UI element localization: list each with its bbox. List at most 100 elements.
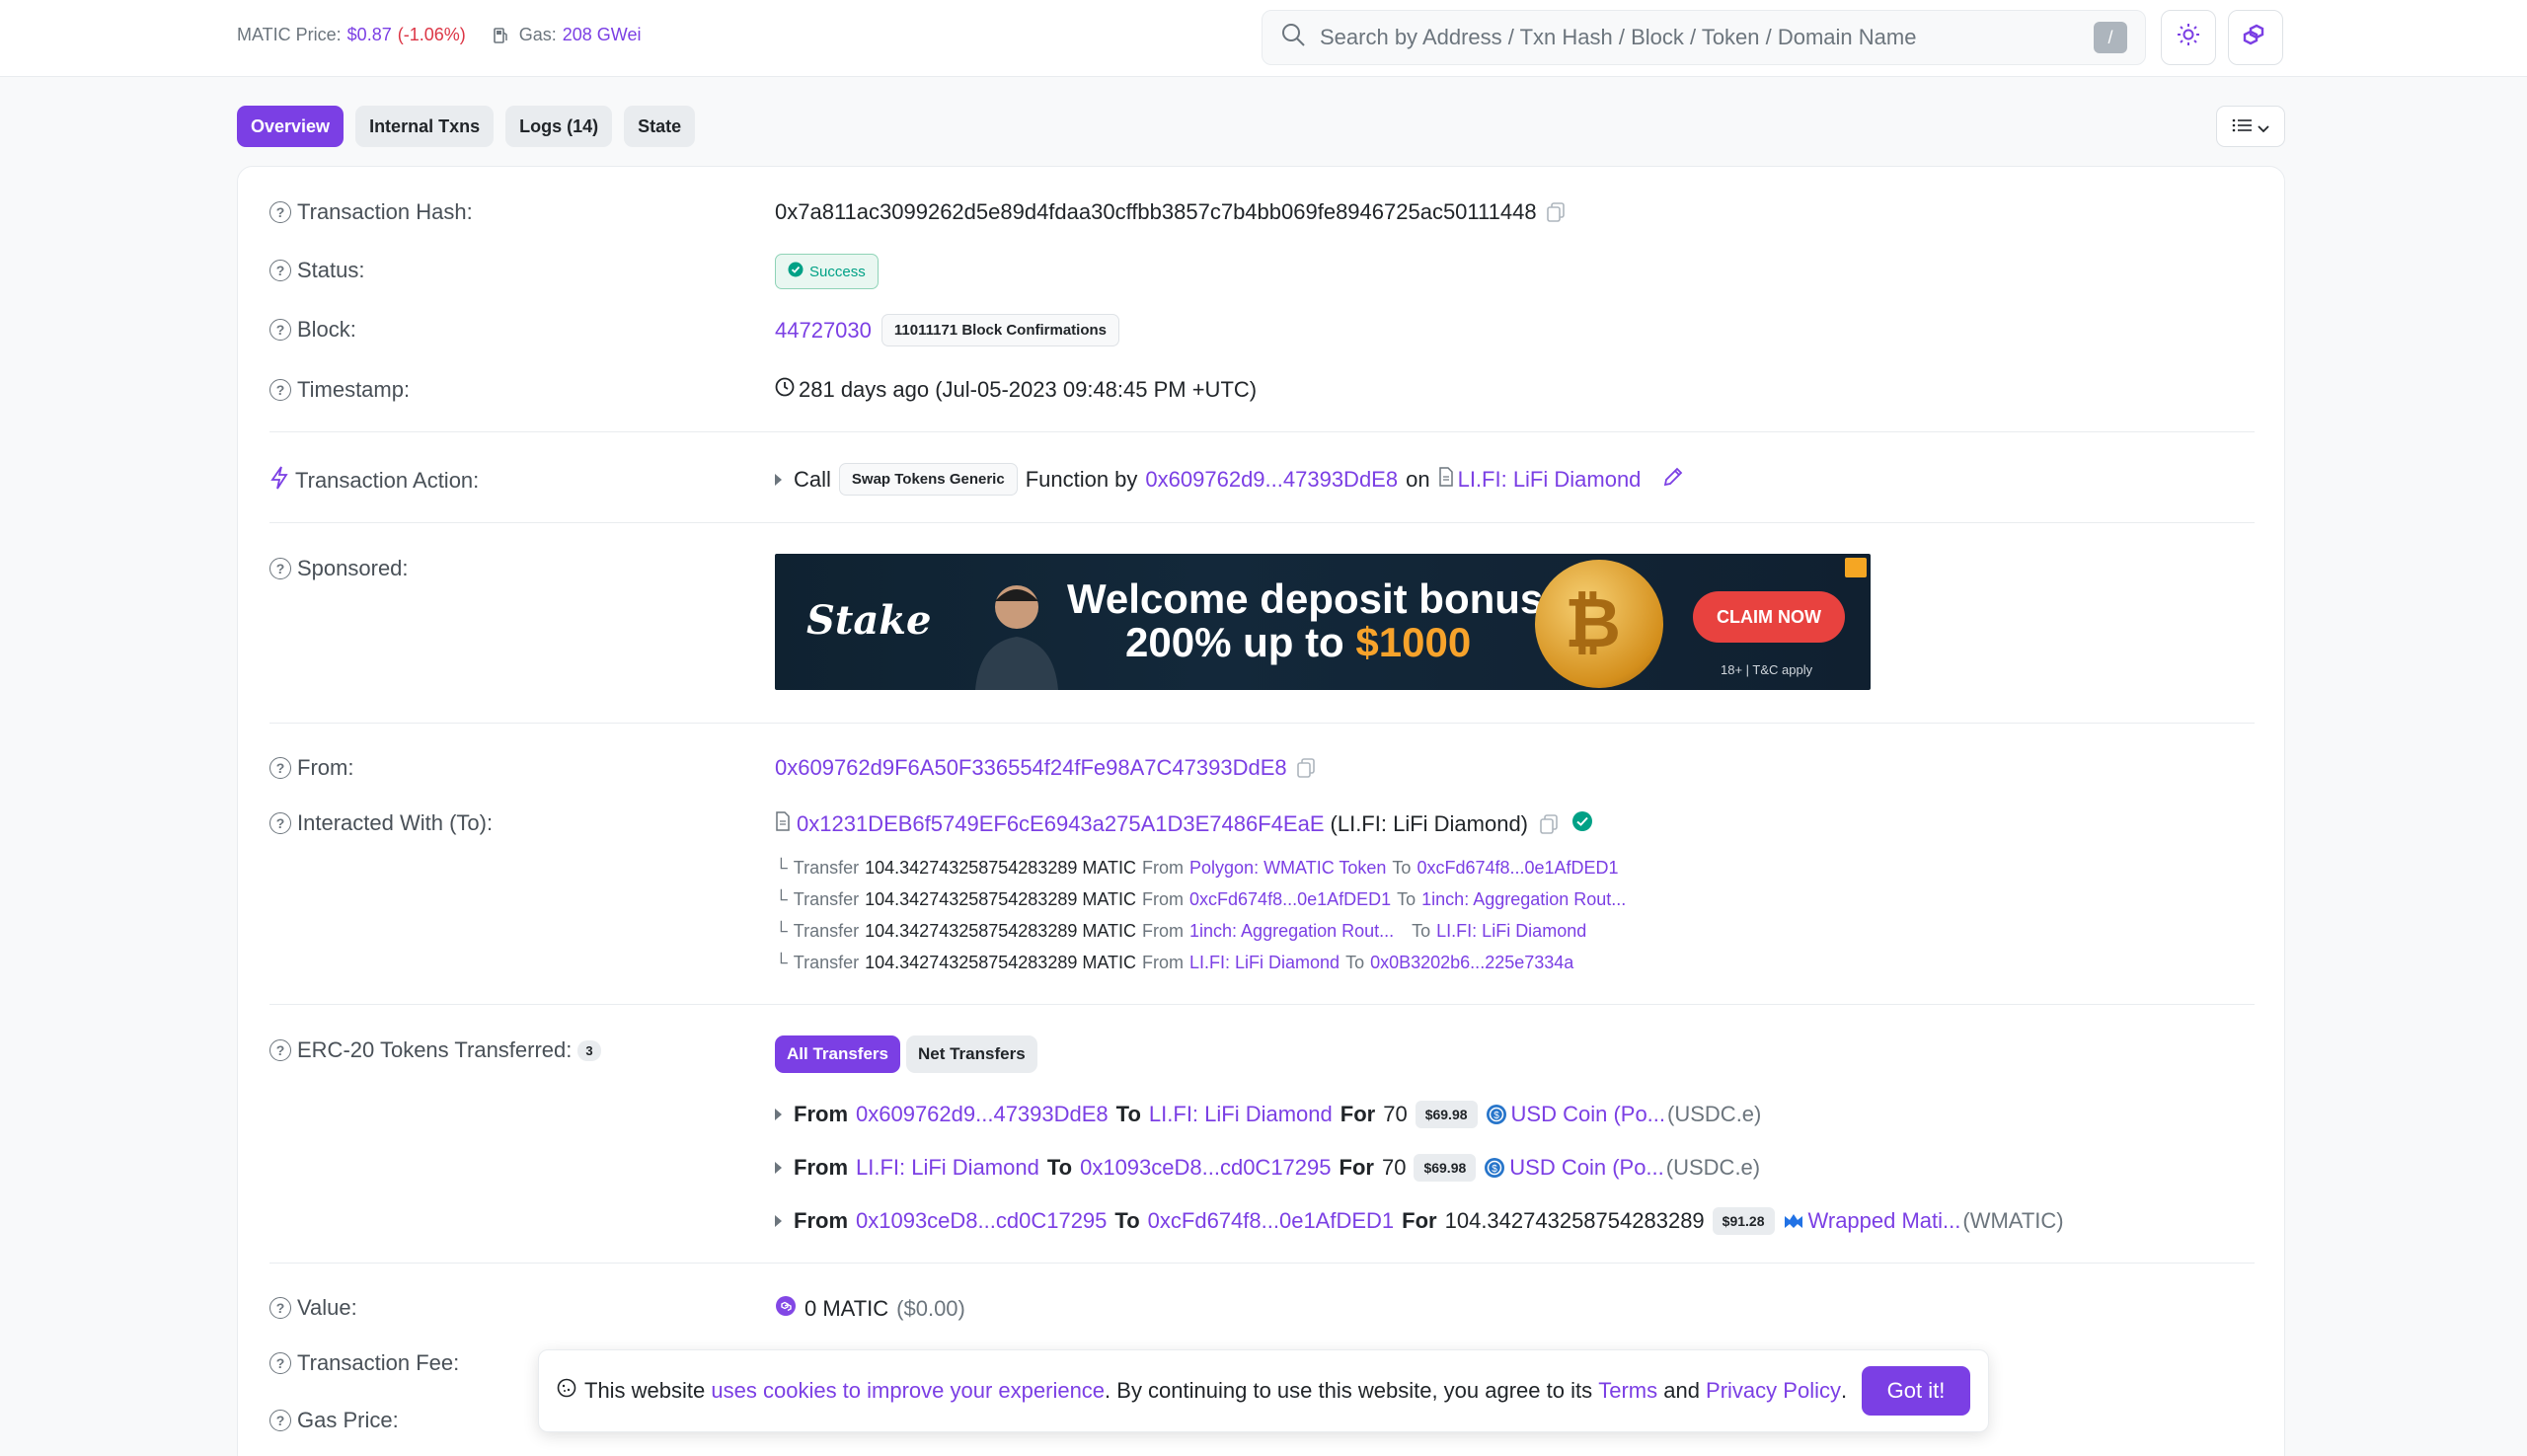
tab-state[interactable]: State xyxy=(624,106,696,147)
matic-token-icon xyxy=(775,1295,797,1323)
gas-value[interactable]: 208 GWei xyxy=(563,25,642,45)
help-icon[interactable]: ? xyxy=(269,260,291,281)
tab-all-transfers[interactable]: All Transfers xyxy=(775,1035,900,1073)
copy-icon[interactable] xyxy=(1546,202,1565,222)
terms-link[interactable]: Terms xyxy=(1598,1378,1657,1404)
gas-pump-icon xyxy=(493,27,509,44)
erc20-from-link[interactable]: LI.FI: LiFi Diamond xyxy=(856,1155,1039,1181)
erc20-token-link[interactable]: USD Coin (Po... xyxy=(1511,1102,1666,1127)
sponsored-ad-banner[interactable]: Stake Welcome deposit bonus 200% up to $… xyxy=(775,554,1871,690)
cookie-accept-button[interactable]: Got it! xyxy=(1862,1366,1970,1416)
ad-choices-icon[interactable] xyxy=(1845,558,1867,577)
erc20-to-link[interactable]: 0xcFd674f8...0e1AfDED1 xyxy=(1148,1208,1394,1234)
help-icon[interactable]: ? xyxy=(269,1297,291,1319)
erc20-from-link[interactable]: 0x1093ceD8...cd0C17295 xyxy=(856,1208,1107,1234)
expand-caret-icon[interactable] xyxy=(775,1215,782,1227)
gas-label: Gas: xyxy=(518,25,557,44)
from-value-group: 0x609762d9F6A50F336554f24fFe98A7C47393Dd… xyxy=(775,755,1315,781)
gas-price-label-group: ? Gas Price: xyxy=(269,1408,399,1433)
to-address-link[interactable]: 0x1231DEB6f5749EF6cE6943a275A1D3E7486F4E… xyxy=(797,811,1325,837)
erc20-token-link[interactable]: USD Coin (Po... xyxy=(1509,1155,1664,1181)
view-options-dropdown[interactable] xyxy=(2216,106,2285,147)
help-icon[interactable]: ? xyxy=(269,558,291,579)
transfer-to-link[interactable]: LI.FI: LiFi Diamond xyxy=(1436,921,1586,942)
ad-headline-1: Welcome deposit bonus xyxy=(1067,575,1544,622)
help-icon[interactable]: ? xyxy=(269,379,291,401)
copy-icon[interactable] xyxy=(1540,814,1558,834)
action-contract-link[interactable]: LI.FI: LiFi Diamond xyxy=(1458,467,1642,493)
block-number-link[interactable]: 44727030 xyxy=(775,318,872,344)
tab-internal-txns[interactable]: Internal Txns xyxy=(355,106,495,147)
transfer-to-word: To xyxy=(1412,921,1431,941)
fee-label-group: ? Transaction Fee: xyxy=(269,1350,459,1376)
expand-caret-icon[interactable] xyxy=(775,1162,782,1174)
network-switch-button[interactable] xyxy=(2228,10,2283,65)
block-label: Block: xyxy=(297,317,356,342)
cookie-prefix: This website xyxy=(584,1378,712,1403)
transfer-amount: 104.342743258754283289 MATIC xyxy=(865,921,1137,941)
transfer-word: Transfer xyxy=(793,858,860,878)
cookie-icon xyxy=(557,1378,576,1404)
gas-price-label: Gas Price: xyxy=(297,1408,399,1432)
help-icon[interactable]: ? xyxy=(269,319,291,341)
edit-pencil-icon[interactable] xyxy=(1662,466,1684,494)
to-contract-name: (LI.FI: LiFi Diamond) xyxy=(1330,811,1529,836)
help-icon[interactable]: ? xyxy=(269,757,291,779)
tab-overview[interactable]: Overview xyxy=(237,106,345,147)
transfer-to-link[interactable]: 0xcFd674f8...0e1AfDED1 xyxy=(1417,858,1618,879)
erc20-token-link[interactable]: Wrapped Mati... xyxy=(1808,1208,1961,1234)
help-icon[interactable]: ? xyxy=(269,201,291,223)
copy-icon[interactable] xyxy=(1296,758,1315,778)
txn-hash-value: 0x7a811ac3099262d5e89d4fdaa30cffbb3857c7… xyxy=(775,199,1537,224)
matic-price-value[interactable]: $0.87 xyxy=(347,25,392,45)
ad-claim-button[interactable]: CLAIM NOW xyxy=(1693,591,1845,643)
transfer-to-link[interactable]: 0x0B3202b6...225e7334a xyxy=(1370,953,1573,973)
sun-icon xyxy=(2177,23,2200,52)
help-icon[interactable]: ? xyxy=(269,1039,291,1061)
tab-bar: Overview Internal Txns Logs (14) State xyxy=(237,106,696,147)
theme-toggle-button[interactable] xyxy=(2161,10,2216,65)
action-from-link[interactable]: 0x609762d9...47393DdE8 xyxy=(1145,467,1398,493)
erc20-for-word: For xyxy=(1339,1155,1374,1180)
price-info: MATIC Price: $0.87 (-1.06%) Gas: 208 GWe… xyxy=(237,25,641,45)
erc20-to-link[interactable]: 0x1093ceD8...cd0C17295 xyxy=(1080,1155,1331,1181)
status-label: Status: xyxy=(297,258,365,282)
value-usd: ($0.00) xyxy=(896,1296,965,1321)
cookie-policy-link[interactable]: uses cookies to improve your experience xyxy=(711,1378,1105,1404)
transfer-from-link[interactable]: Polygon: WMATIC Token xyxy=(1189,858,1386,879)
erc20-from-link[interactable]: 0x609762d9...47393DdE8 xyxy=(856,1102,1109,1127)
from-address-link[interactable]: 0x609762d9F6A50F336554f24fFe98A7C47393Dd… xyxy=(775,755,1287,781)
privacy-policy-link[interactable]: Privacy Policy xyxy=(1706,1378,1841,1404)
help-icon[interactable]: ? xyxy=(269,1352,291,1374)
timestamp-label: Timestamp: xyxy=(297,377,411,402)
block-value-group: 44727030 11011171 Block Confirmations xyxy=(775,314,1119,346)
expand-caret-icon[interactable] xyxy=(775,1109,782,1120)
erc20-to-link[interactable]: LI.FI: LiFi Diamond xyxy=(1149,1102,1333,1127)
txn-hash-label-group: ? Transaction Hash: xyxy=(269,199,473,225)
transfer-from-word: From xyxy=(1142,889,1185,909)
erc20-transfer-row: From 0x609762d9...47393DdE8 To LI.FI: Li… xyxy=(775,1101,1761,1128)
cookie-message: This website uses cookies to improve you… xyxy=(584,1378,1862,1404)
transfer-word: Transfer xyxy=(793,953,860,972)
tab-net-transfers[interactable]: Net Transfers xyxy=(906,1035,1037,1073)
transfer-from-link[interactable]: 0xcFd674f8...0e1AfDED1 xyxy=(1189,889,1391,910)
action-method-badge: Swap Tokens Generic xyxy=(838,463,1018,496)
erc20-token-symbol: (USDC.e) xyxy=(1667,1102,1762,1126)
transfer-from-link[interactable]: 1inch: Aggregation Rout... xyxy=(1189,921,1394,942)
action-contract-group: LI.FI: LiFi Diamond xyxy=(1438,467,1642,493)
search-box[interactable]: / xyxy=(1262,10,2146,65)
matic-price-label: MATIC Price: xyxy=(237,25,342,44)
tab-logs[interactable]: Logs (14) xyxy=(505,106,613,147)
transfer-to-link[interactable]: 1inch: Aggregation Rout... xyxy=(1421,889,1626,910)
value-label: Value: xyxy=(297,1295,357,1320)
erc20-to-word: To xyxy=(1114,1208,1140,1233)
list-icon xyxy=(2232,114,2254,139)
search-input[interactable] xyxy=(1320,25,2080,50)
help-icon[interactable]: ? xyxy=(269,1410,291,1431)
expand-caret-icon[interactable] xyxy=(775,473,782,486)
divider xyxy=(269,431,2255,432)
action-call-text: Call xyxy=(794,466,831,492)
help-icon[interactable]: ? xyxy=(269,812,291,834)
divider xyxy=(269,1004,2255,1005)
transfer-from-link[interactable]: LI.FI: LiFi Diamond xyxy=(1189,953,1340,973)
